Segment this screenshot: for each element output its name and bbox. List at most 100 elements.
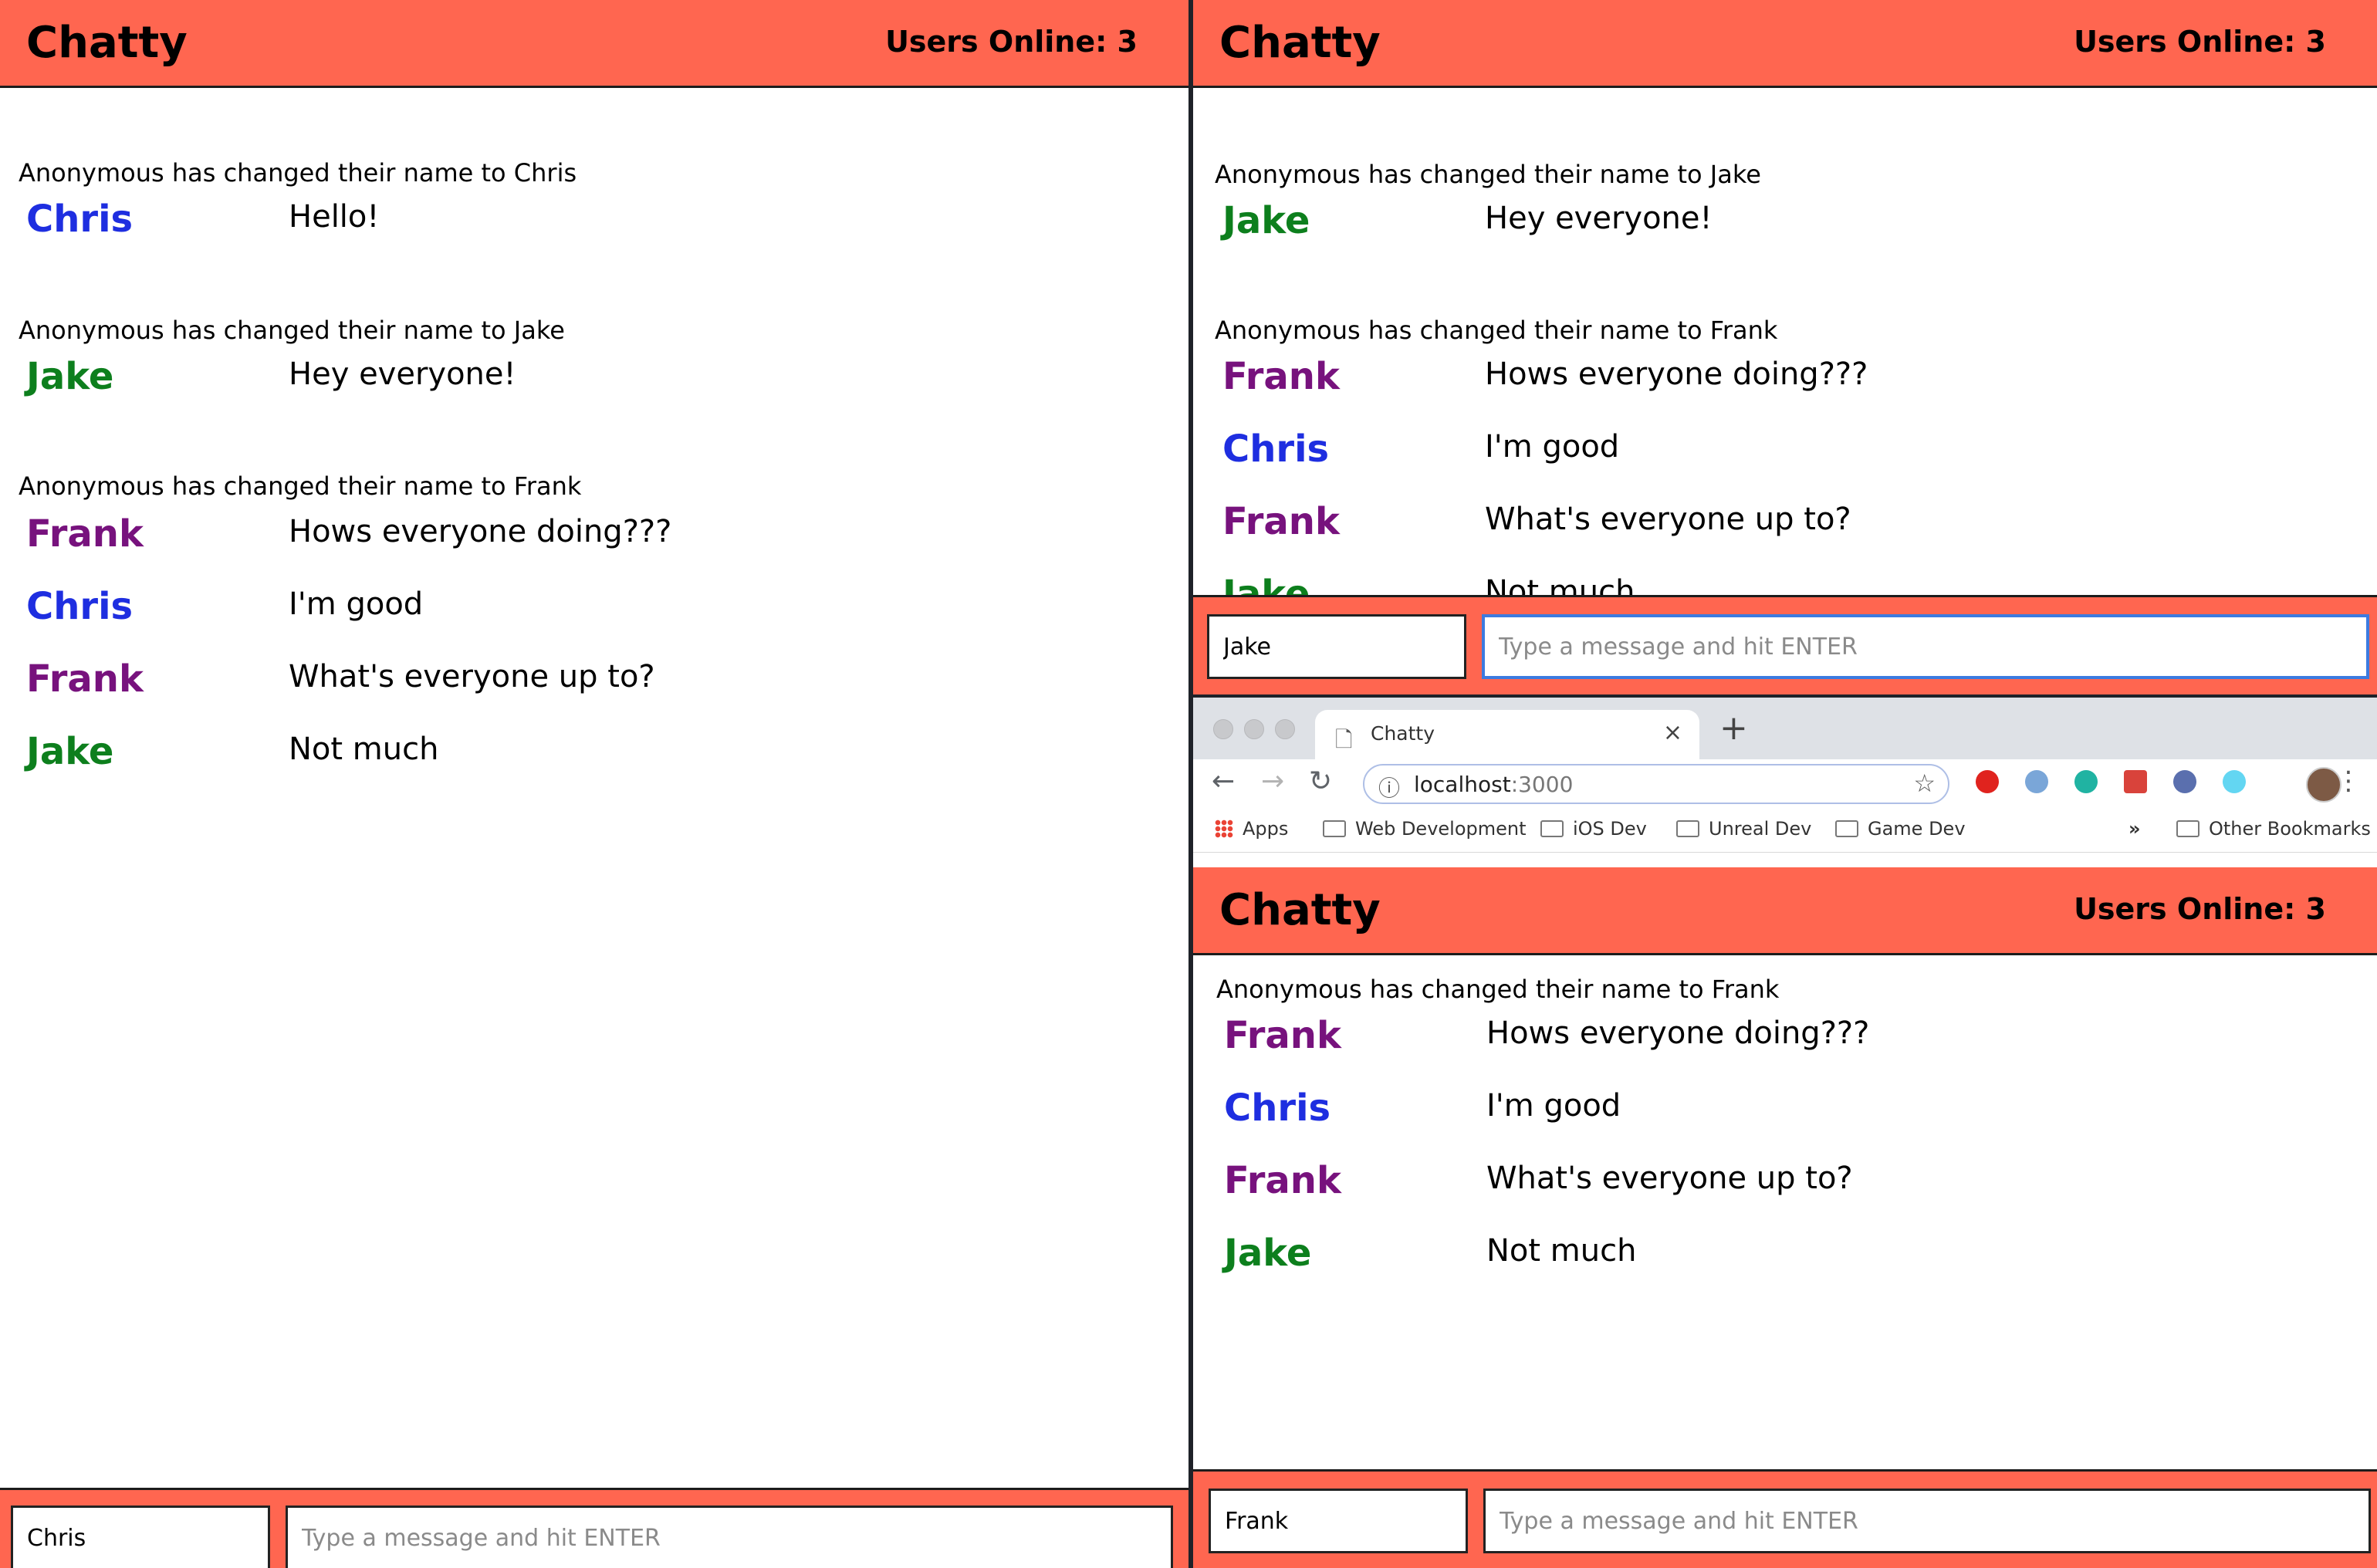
bookmark-web-development[interactable]: Web Development bbox=[1323, 818, 1527, 840]
message-row: Frank What's everyone up to? bbox=[1193, 497, 2377, 559]
browser-toolbar: ← → ↻ ⓘ localhost:3000 ☆ ⋮ bbox=[1193, 759, 2377, 809]
folder-icon bbox=[2176, 820, 2199, 837]
bookmark-ios-dev[interactable]: iOS Dev bbox=[1540, 818, 1647, 840]
browser-window-frank: 🗋 Chatty × + ← → ↻ ⓘ localhost:3000 ☆ ⋮ … bbox=[1193, 698, 2377, 1568]
minimize-window-button[interactable] bbox=[1244, 719, 1264, 739]
message-username: Chris bbox=[26, 198, 134, 241]
chat-window-jake: Chatty Users Online: 3 Anonymous has cha… bbox=[1193, 0, 2377, 694]
new-tab-icon[interactable]: + bbox=[1719, 708, 1748, 748]
tab-title: Chatty bbox=[1371, 722, 1435, 745]
extension-icon[interactable] bbox=[2173, 770, 2196, 793]
message-row: Jake Not much bbox=[1193, 569, 2377, 595]
page-icon: 🗋 bbox=[1335, 727, 1353, 752]
react-devtools-icon[interactable] bbox=[2223, 770, 2246, 793]
message-content: I'm good bbox=[1486, 1088, 1621, 1124]
message-list: Anonymous has changed their name to Fran… bbox=[1193, 960, 2377, 1346]
message-content: Hey everyone! bbox=[1485, 201, 1713, 236]
username-input[interactable] bbox=[1207, 614, 1466, 679]
folder-icon bbox=[1323, 820, 1346, 837]
message-list: Anonymous has changed their name to Jake… bbox=[1193, 90, 2377, 595]
message-content: I'm good bbox=[289, 586, 424, 622]
brand-title: Chatty bbox=[1219, 18, 1381, 68]
extension-icon[interactable] bbox=[2124, 770, 2147, 793]
brand-title: Chatty bbox=[26, 18, 188, 68]
chatbar bbox=[1193, 595, 2377, 694]
message-input[interactable] bbox=[1482, 614, 2369, 679]
brand-title: Chatty bbox=[1219, 885, 1381, 935]
username-input[interactable] bbox=[1209, 1489, 1468, 1553]
opera-extension-icon[interactable] bbox=[1976, 770, 1999, 793]
users-online-counter: Users Online: 3 bbox=[885, 25, 1138, 59]
system-notification: Anonymous has changed their name to Fran… bbox=[19, 471, 582, 501]
system-notification: Anonymous has changed their name to Fran… bbox=[1215, 316, 1778, 345]
back-arrow-icon[interactable]: ← bbox=[1212, 765, 1235, 797]
message-username: Frank bbox=[1224, 1159, 1341, 1202]
message-content: Hey everyone! bbox=[289, 357, 516, 392]
message-username: Chris bbox=[1222, 427, 1330, 471]
message-username: Frank bbox=[1224, 1014, 1341, 1057]
info-icon[interactable]: ⓘ bbox=[1378, 772, 1400, 803]
bookmark-apps[interactable]: Apps bbox=[1215, 818, 1288, 840]
forward-arrow-icon[interactable]: → bbox=[1261, 765, 1284, 797]
browser-tab[interactable]: 🗋 Chatty × bbox=[1315, 710, 1699, 759]
system-notification: Anonymous has changed their name to Fran… bbox=[1216, 975, 1780, 1004]
message-username: Frank bbox=[26, 512, 144, 556]
message-username: Jake bbox=[26, 730, 114, 773]
bookmark-other[interactable]: Other Bookmarks bbox=[2176, 818, 2371, 840]
folder-icon bbox=[1540, 820, 1564, 837]
message-username: Jake bbox=[1222, 199, 1310, 242]
message-content: Not much bbox=[289, 732, 439, 767]
message-row: Chris I'm good bbox=[1193, 424, 2377, 486]
system-notification: Anonymous has changed their name to Chri… bbox=[19, 158, 577, 188]
bookmark-unreal-dev[interactable]: Unreal Dev bbox=[1676, 818, 1811, 840]
message-row: Jake Not much bbox=[0, 727, 1188, 789]
bookmark-star-icon[interactable]: ☆ bbox=[1913, 769, 1936, 798]
navbar: Chatty Users Online: 3 bbox=[1193, 0, 2377, 88]
message-row: Jake Not much bbox=[1193, 1228, 2377, 1290]
extension-icon[interactable] bbox=[2025, 770, 2048, 793]
message-content: Hows everyone doing??? bbox=[289, 514, 672, 549]
zoom-window-button[interactable] bbox=[1275, 719, 1295, 739]
message-row: Chris I'm good bbox=[1193, 1083, 2377, 1145]
close-icon[interactable]: × bbox=[1663, 719, 1682, 746]
message-row: Frank What's everyone up to? bbox=[1193, 1156, 2377, 1218]
navbar: Chatty Users Online: 3 bbox=[0, 0, 1188, 88]
message-username: Frank bbox=[26, 657, 144, 701]
message-input[interactable] bbox=[1483, 1489, 2371, 1553]
message-row: Frank Hows everyone doing??? bbox=[1193, 352, 2377, 414]
message-list: Anonymous has changed their name to Chri… bbox=[0, 90, 1188, 1488]
bookmark-game-dev[interactable]: Game Dev bbox=[1835, 818, 1966, 840]
message-username: Frank bbox=[1222, 500, 1340, 543]
url-text: localhost:3000 bbox=[1414, 772, 1574, 797]
tab-strip: 🗋 Chatty × + bbox=[1193, 698, 2377, 759]
system-notification: Anonymous has changed their name to Jake bbox=[1215, 160, 1761, 189]
message-username: Jake bbox=[1224, 1232, 1312, 1275]
chatbar bbox=[1193, 1469, 2377, 1568]
message-content: I'm good bbox=[1485, 429, 1620, 465]
message-row: Frank Hows everyone doing??? bbox=[1193, 1011, 2377, 1073]
bookmarks-overflow-icon[interactable]: » bbox=[2128, 818, 2141, 840]
message-username: Chris bbox=[26, 585, 134, 628]
message-content: Hello! bbox=[289, 199, 380, 235]
message-row: Jake Hey everyone! bbox=[0, 352, 1188, 414]
folder-icon bbox=[1835, 820, 1858, 837]
message-input[interactable] bbox=[286, 1505, 1173, 1568]
message-row: Jake Hey everyone! bbox=[1193, 196, 2377, 258]
message-username: Frank bbox=[1222, 355, 1340, 398]
extension-icon[interactable] bbox=[2074, 770, 2098, 793]
reload-icon[interactable]: ↻ bbox=[1309, 765, 1332, 797]
message-content: What's everyone up to? bbox=[289, 659, 655, 694]
message-username: Jake bbox=[1222, 573, 1310, 595]
chat-window-chris: Chatty Users Online: 3 Anonymous has cha… bbox=[0, 0, 1188, 1568]
close-window-button[interactable] bbox=[1213, 719, 1233, 739]
menu-icon[interactable]: ⋮ bbox=[2335, 765, 2362, 796]
users-online-counter: Users Online: 3 bbox=[2074, 25, 2326, 59]
message-content: What's everyone up to? bbox=[1485, 502, 1851, 537]
message-row: Frank Hows everyone doing??? bbox=[0, 509, 1188, 571]
username-input[interactable] bbox=[11, 1505, 270, 1568]
message-username: Chris bbox=[1224, 1086, 1331, 1130]
address-bar[interactable]: ⓘ localhost:3000 ☆ bbox=[1363, 764, 1949, 804]
message-content: Not much bbox=[1485, 574, 1635, 595]
message-row: Frank What's everyone up to? bbox=[0, 654, 1188, 716]
bookmarks-bar: Apps Web Development iOS Dev Unreal Dev … bbox=[1193, 809, 2377, 853]
